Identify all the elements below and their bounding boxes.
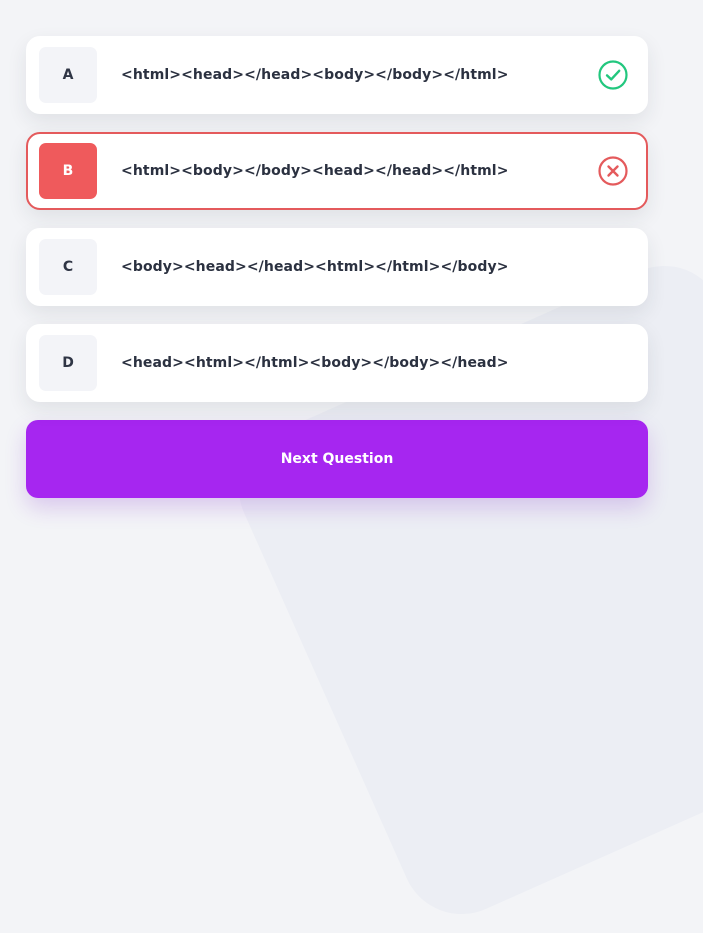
option-d[interactable]: D <head><html></html><body></body></head… <box>26 324 648 402</box>
option-letter: B <box>39 143 97 199</box>
option-b[interactable]: B <html><body></body><head></head></html… <box>26 132 648 210</box>
option-text: <body><head></head><html></html></body> <box>121 259 509 275</box>
option-letter: A <box>39 47 97 103</box>
option-text: <html><body></body><head></head></html> <box>121 163 509 179</box>
option-c[interactable]: C <body><head></head><html></html></body… <box>26 228 648 306</box>
x-circle-icon <box>597 155 629 187</box>
option-text: <head><html></html><body></body></head> <box>121 355 509 371</box>
option-letter: D <box>39 335 97 391</box>
next-question-button[interactable]: Next Question <box>26 420 648 498</box>
option-letter: C <box>39 239 97 295</box>
quiz-options: A <html><head></head><body></body></html… <box>26 36 648 498</box>
check-circle-icon <box>597 59 629 91</box>
option-text: <html><head></head><body></body></html> <box>121 67 509 83</box>
option-a[interactable]: A <html><head></head><body></body></html… <box>26 36 648 114</box>
